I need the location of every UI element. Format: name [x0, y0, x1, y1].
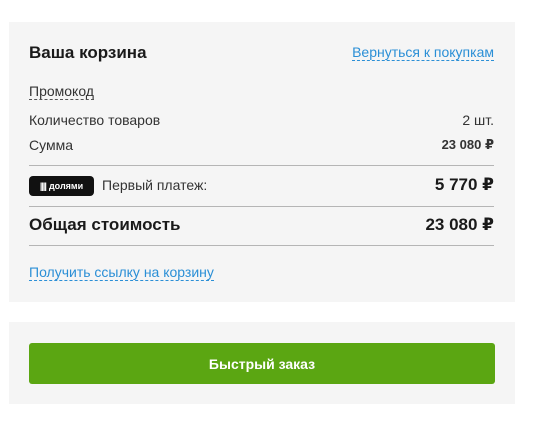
total-value: 23 080 ₽	[425, 215, 494, 234]
first-payment-label: Первый платеж:	[102, 177, 208, 193]
divider	[29, 245, 494, 246]
cart-summary-panel: Ваша корзина Вернуться к покупкам Промок…	[9, 22, 515, 302]
quick-order-button[interactable]: Быстрый заказ	[29, 343, 495, 384]
items-count-value: 2 шт.	[462, 112, 494, 128]
share-cart-link[interactable]: Получить ссылку на корзину	[29, 264, 214, 281]
dolyami-logo: |||| долями	[29, 176, 94, 196]
dolyami-badge-text: долями	[48, 181, 84, 191]
items-count-label: Количество товаров	[29, 112, 161, 128]
total-label: Общая стоимость	[29, 215, 181, 234]
sum-label: Сумма	[29, 137, 73, 153]
back-to-shopping-link[interactable]: Вернуться к покупкам	[352, 44, 494, 61]
quick-order-panel: Быстрый заказ	[9, 322, 515, 404]
divider	[29, 165, 494, 166]
cart-title: Ваша корзина	[29, 43, 147, 62]
sum-value: 23 080 ₽	[441, 137, 494, 152]
first-payment-value: 5 770 ₽	[434, 175, 494, 194]
divider	[29, 206, 494, 207]
promo-code-link[interactable]: Промокод	[29, 83, 94, 100]
dolyami-bars-icon: ||||	[39, 181, 47, 191]
